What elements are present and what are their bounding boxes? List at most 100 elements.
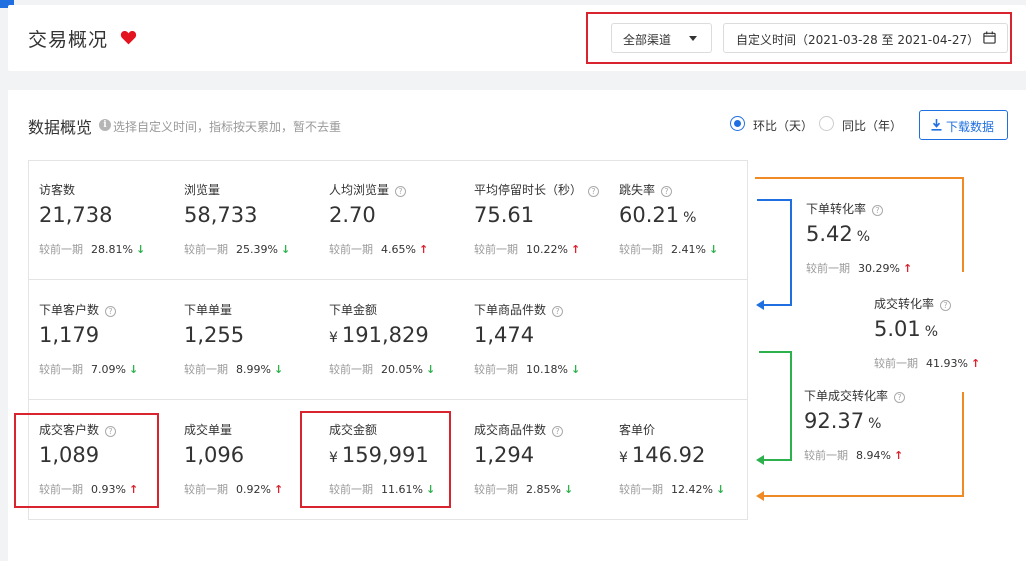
calendar-icon[interactable] <box>983 31 996 44</box>
compare-percent: 28.81% <box>91 243 133 256</box>
metric-card: 浏览量 58,733 较前一期 25.39% ↓ <box>184 181 324 281</box>
metric-label: 客单价 <box>619 421 655 438</box>
page-title: 交易概况 <box>28 29 109 51</box>
compare-label: 较前一期 <box>474 243 518 256</box>
compare-percent: 10.18% <box>526 363 568 376</box>
compare-label: 较前一期 <box>619 483 663 496</box>
metric-card: 下单成交转化率? 92.37% 较前一期 8.94% ↑ <box>804 387 944 487</box>
compare-percent: 30.29% <box>858 262 900 275</box>
currency-symbol: ¥ <box>329 330 338 346</box>
metric-value: ¥191,829 <box>329 323 429 347</box>
metric-card: 下单金额 ¥191,829 较前一期 20.05% ↓ <box>329 301 469 401</box>
date-range-picker[interactable]: 自定义时间（2021-03-28 至 2021-04-27） <box>723 23 1008 53</box>
help-icon[interactable]: ? <box>395 186 407 197</box>
metric-compare: 较前一期 20.05% ↓ <box>329 361 435 377</box>
help-icon[interactable]: ? <box>872 205 884 216</box>
funnel-arrow-green <box>756 455 764 465</box>
compare-percent: 12.42% <box>671 483 713 496</box>
compare-percent: 0.92% <box>236 483 271 496</box>
overview-card: 数据概览 i 选择自定义时间，指标按天累加，暂不去重 环比（天） 同比（年） 下… <box>8 90 1026 561</box>
metric-value: 58,733 <box>184 203 257 227</box>
metric-label: 成交商品件数? <box>474 421 564 438</box>
compare-percent: 25.39% <box>236 243 278 256</box>
metric-label-text: 下单转化率 <box>806 202 867 216</box>
radio-day-on-day[interactable] <box>730 116 745 131</box>
metric-value-text: 5.01 <box>874 317 921 341</box>
metric-unit: % <box>683 210 697 226</box>
metric-card: 成交商品件数? 1,294 较前一期 2.85% ↓ <box>474 421 614 521</box>
radio-day-label[interactable]: 环比（天） <box>753 117 813 134</box>
arrow-down-icon: ↓ <box>563 483 574 496</box>
metric-label-text: 平均停留时长（秒） <box>474 183 583 197</box>
metric-unit: % <box>856 229 871 245</box>
metric-label: 下单成交转化率? <box>804 387 906 404</box>
metric-label: 访客数 <box>39 181 75 198</box>
arrow-down-icon: ↓ <box>128 363 139 376</box>
metric-card: 成交转化率? 5.01% 较前一期 41.93% ↑ <box>874 295 1014 395</box>
help-icon[interactable]: ? <box>894 392 906 403</box>
metric-unit: % <box>868 416 882 432</box>
metric-card: 访客数 21,738 较前一期 28.81% ↓ <box>39 181 179 281</box>
metric-label-text: 下单商品件数 <box>474 303 547 317</box>
metric-compare: 较前一期 4.65% ↑ <box>329 241 428 257</box>
arrow-up-icon: ↑ <box>902 262 913 275</box>
metric-card: 下单转化率? 5.42% 较前一期 30.29% ↑ <box>806 200 946 300</box>
arrow-down-icon: ↓ <box>273 363 284 376</box>
metric-value: 5.42% <box>806 222 870 246</box>
metric-value: 1,474 <box>474 323 534 347</box>
metric-label: 跳失率? <box>619 181 673 198</box>
metric-label-text: 下单客户数 <box>39 303 100 317</box>
help-icon[interactable]: ? <box>105 306 117 317</box>
metric-compare: 较前一期 10.22% ↑ <box>474 241 580 257</box>
radio-year-label[interactable]: 同比（年） <box>842 117 902 134</box>
metric-value: 1,179 <box>39 323 99 347</box>
compare-label: 较前一期 <box>619 243 663 256</box>
download-data-button[interactable]: 下载数据 <box>919 110 1008 140</box>
metric-card: 人均浏览量? 2.70 较前一期 4.65% ↑ <box>329 181 469 281</box>
help-icon[interactable]: ? <box>588 186 600 197</box>
metric-card: 平均停留时长（秒）? 75.61 较前一期 10.22% ↑ <box>474 181 614 281</box>
metric-compare: 较前一期 25.39% ↓ <box>184 241 290 257</box>
help-icon[interactable]: ? <box>552 426 564 437</box>
channel-select[interactable]: 全部渠道 <box>611 23 712 53</box>
metric-value-text: 1,294 <box>474 443 535 467</box>
help-icon[interactable]: ? <box>661 186 673 197</box>
metric-label-text: 浏览量 <box>184 183 221 197</box>
compare-percent: 41.93% <box>926 357 968 370</box>
header-card: 交易概况 全部渠道 自定义时间（2021-03-28 至 2021-04-27） <box>8 5 1026 71</box>
metric-label-text: 下单金额 <box>329 303 378 317</box>
compare-label: 较前一期 <box>874 357 918 370</box>
metric-value: 5.01% <box>874 317 938 341</box>
info-icon: i <box>99 119 111 131</box>
arrow-up-icon: ↑ <box>970 357 981 370</box>
arrow-down-icon: ↓ <box>570 363 581 376</box>
help-icon[interactable]: ? <box>940 300 952 311</box>
metric-label: 下单金额 <box>329 301 377 318</box>
metric-label: 下单商品件数? <box>474 301 564 318</box>
metric-compare: 较前一期 8.94% ↑ <box>804 447 903 463</box>
metric-value: ¥146.92 <box>619 443 705 467</box>
metric-value-text: 191,829 <box>341 323 429 347</box>
metric-compare: 较前一期 8.99% ↓ <box>184 361 283 377</box>
metric-value-text: 92.37 <box>804 409 865 433</box>
metric-label-text: 成交单量 <box>184 423 233 437</box>
funnel-arrow-blue <box>756 300 764 310</box>
metric-value: 1,096 <box>184 443 244 467</box>
caret-down-icon <box>689 36 697 41</box>
compare-label: 较前一期 <box>39 363 83 376</box>
compare-label: 较前一期 <box>804 449 848 462</box>
metric-value-text: 1,255 <box>184 323 245 347</box>
heart-icon <box>120 30 137 45</box>
metric-card: 跳失率? 60.21% 较前一期 2.41% ↓ <box>619 181 759 281</box>
metric-value: 2.70 <box>329 203 376 227</box>
metric-label-text: 成交转化率 <box>874 297 935 311</box>
radio-year-on-year[interactable] <box>819 116 834 131</box>
metric-unit: % <box>924 324 939 340</box>
metric-card: 下单商品件数? 1,474 较前一期 10.18% ↓ <box>474 301 614 401</box>
metric-label: 下单客户数? <box>39 301 117 318</box>
metric-value-text: 146.92 <box>631 443 706 467</box>
help-icon[interactable]: ? <box>552 306 564 317</box>
arrow-up-icon: ↑ <box>273 483 284 496</box>
compare-percent: 2.85% <box>526 483 561 496</box>
metric-compare: 较前一期 12.42% ↓ <box>619 481 725 497</box>
